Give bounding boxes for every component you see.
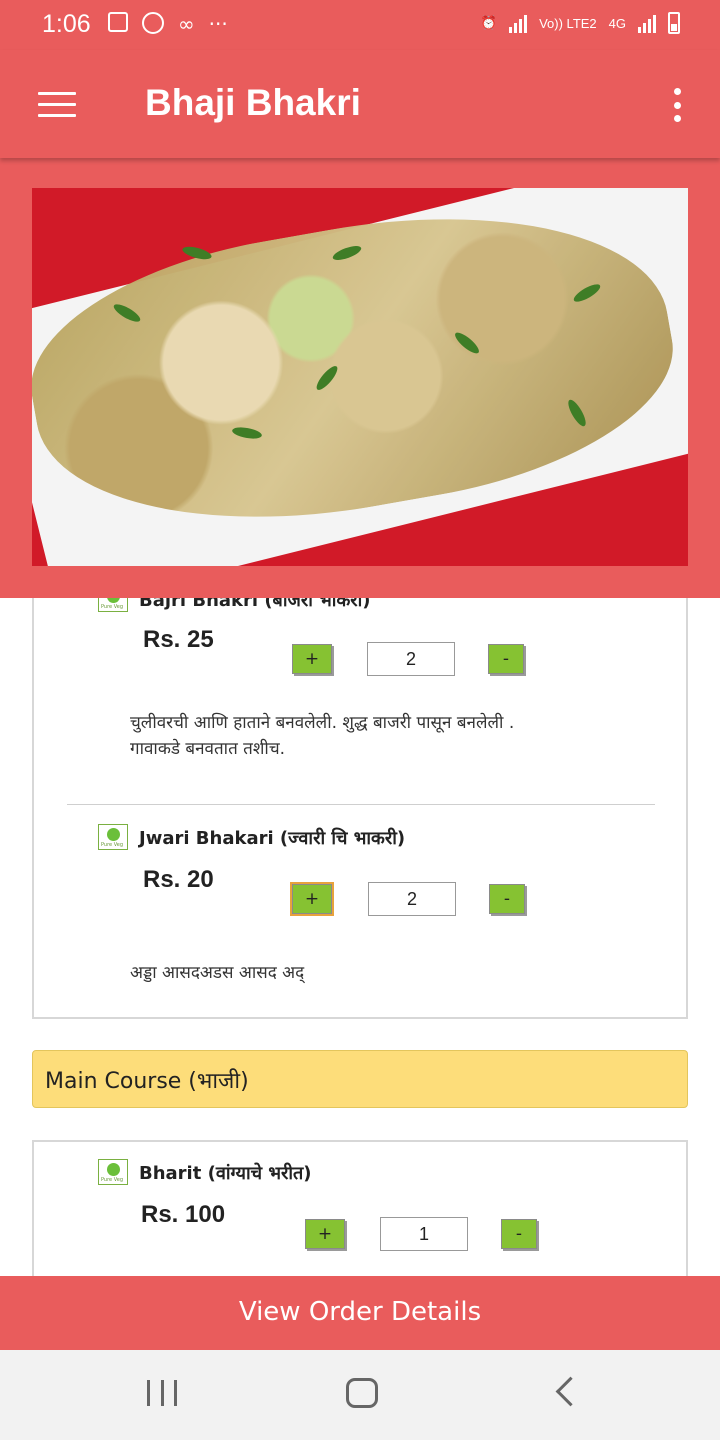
battery-icon xyxy=(668,12,680,34)
item-name: Bajri Bhakri (बाजरी भाकरी) xyxy=(139,598,371,611)
item-name: Jwari Bhakari (ज्वारी चि भाकरी) xyxy=(139,828,406,849)
veg-icon: Pure Veg xyxy=(98,824,128,850)
view-order-details-button[interactable]: View Order Details xyxy=(0,1276,720,1350)
quantity-field[interactable]: 2 xyxy=(367,642,455,676)
status-time: 1:06 xyxy=(42,10,91,38)
item-price: Rs. 20 xyxy=(143,866,214,893)
veg-icon: Pure Veg xyxy=(98,598,128,612)
menu-list[interactable]: Pure Veg Bajri Bhakri (बाजरी भाकरी) Rs. … xyxy=(0,598,720,1276)
hero-banner xyxy=(0,158,720,598)
item-divider xyxy=(67,804,655,805)
network-type-label: 4G xyxy=(608,15,626,31)
item-description: चुलीवरची आणि हाताने बनवलेली. शुद्ध बाजरी… xyxy=(130,713,515,759)
app-bar: Bhaji Bhakri xyxy=(0,50,720,158)
more-notifications-icon: ··· xyxy=(208,12,228,36)
signal-2-icon xyxy=(638,13,656,33)
hamburger-menu-icon[interactable] xyxy=(38,92,76,118)
back-icon[interactable] xyxy=(555,1376,586,1407)
item-card: Pure Veg Bajri Bhakri (बाजरी भाकरी) Rs. … xyxy=(32,598,688,1019)
decrease-qty-button[interactable]: - xyxy=(489,884,525,914)
gallery-icon xyxy=(108,12,128,32)
increase-qty-button[interactable]: + xyxy=(305,1219,345,1249)
recent-apps-icon[interactable] xyxy=(147,1380,177,1406)
overflow-menu-icon[interactable] xyxy=(674,88,682,122)
link-icon: ∞ xyxy=(178,12,195,36)
system-nav-bar xyxy=(0,1350,720,1440)
page-title: Bhaji Bhakri xyxy=(145,82,361,123)
dish-image xyxy=(32,188,688,566)
system-icons: ⏰ Vo)) LTE2 4G xyxy=(481,12,680,34)
increase-qty-button[interactable]: + xyxy=(290,882,334,916)
quantity-field[interactable]: 2 xyxy=(368,882,456,916)
section-header-main-course: Main Course (भाजी) xyxy=(32,1050,688,1108)
alarm-icon: ⏰ xyxy=(480,15,498,30)
veg-icon: Pure Veg xyxy=(98,1159,128,1185)
decrease-qty-button[interactable]: - xyxy=(488,644,524,674)
item-description: अड्डा आसदअडस आसद अद् xyxy=(130,963,305,983)
notification-icons: ∞ ··· xyxy=(108,12,228,36)
quantity-field[interactable]: 1 xyxy=(380,1217,468,1251)
decrease-qty-button[interactable]: - xyxy=(501,1219,537,1249)
signal-icon xyxy=(509,13,528,33)
whatsapp-icon xyxy=(142,12,164,34)
item-name: Bharit (वांग्याचे भरीत) xyxy=(139,1163,312,1184)
volte-label: Vo)) LTE2 xyxy=(539,15,597,31)
increase-qty-button[interactable]: + xyxy=(292,644,332,674)
item-card: Pure Veg Bharit (वांग्याचे भरीत) Rs. 100… xyxy=(32,1140,688,1276)
item-price: Rs. 25 xyxy=(143,626,214,653)
home-icon[interactable] xyxy=(346,1378,378,1408)
section-title: Main Course (भाजी) xyxy=(45,1069,249,1094)
status-bar: 1:06 ∞ ··· ⏰ Vo)) LTE2 4G xyxy=(0,0,720,50)
item-price: Rs. 100 xyxy=(141,1201,226,1228)
